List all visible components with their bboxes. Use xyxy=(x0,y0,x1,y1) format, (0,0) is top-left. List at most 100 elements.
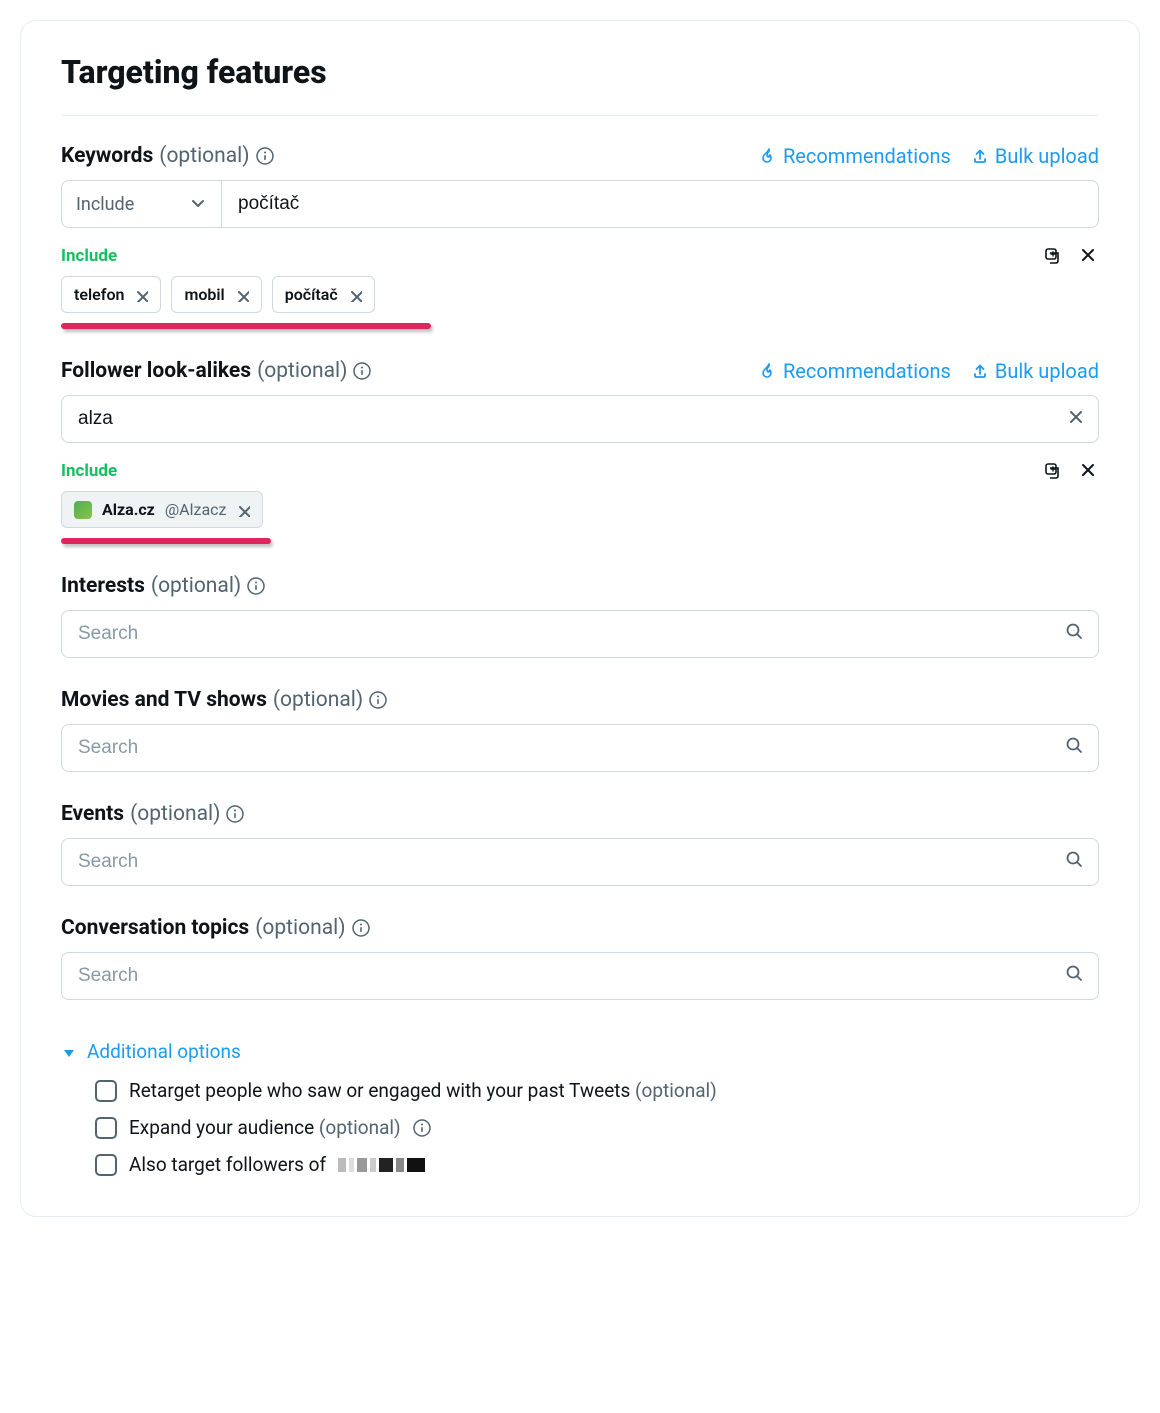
chevron-down-icon xyxy=(189,195,207,213)
info-icon[interactable] xyxy=(256,147,274,165)
keyword-chip[interactable]: telefon xyxy=(61,276,161,313)
option-text: Also target followers of xyxy=(129,1153,326,1176)
interests-section: Interests (optional) xyxy=(61,574,1099,658)
optional-text: (optional) xyxy=(319,1116,401,1139)
recommendations-text: Recommendations xyxy=(783,359,951,383)
followers-label: Follower look-alikes (optional) xyxy=(61,359,371,383)
optional-text: (optional) xyxy=(159,144,249,168)
events-label-text: Events xyxy=(61,802,124,826)
expand-audience-option: Expand your audience (optional) xyxy=(95,1116,1099,1139)
annotation-underline xyxy=(61,323,431,329)
recommendations-link[interactable]: Recommendations xyxy=(759,144,951,168)
include-label: Include xyxy=(61,246,117,266)
remove-chip-icon[interactable] xyxy=(235,288,249,302)
recommendations-text: Recommendations xyxy=(783,144,951,168)
movies-input[interactable] xyxy=(61,724,1099,772)
clear-input-icon[interactable] xyxy=(1067,408,1085,430)
account-name: Alza.cz xyxy=(102,500,155,519)
keyword-chip[interactable]: mobil xyxy=(171,276,261,313)
keywords-input-row: Include xyxy=(61,180,1099,228)
remove-chip-icon[interactable] xyxy=(236,503,250,517)
page-title: Targeting features xyxy=(61,53,1099,116)
keywords-chips: telefon mobil počítač xyxy=(61,276,375,313)
interests-input[interactable] xyxy=(61,610,1099,658)
search-icon xyxy=(1065,964,1085,988)
info-icon[interactable] xyxy=(369,691,387,709)
account-chip[interactable]: Alza.cz @Alzacz xyxy=(61,491,263,528)
optional-text: (optional) xyxy=(635,1079,717,1102)
flame-icon xyxy=(759,147,777,165)
retarget-checkbox[interactable] xyxy=(95,1080,117,1102)
chip-text: mobil xyxy=(184,285,224,304)
followers-chips: Alza.cz @Alzacz xyxy=(61,491,263,528)
topics-input[interactable] xyxy=(61,952,1099,1000)
remove-chip-icon[interactable] xyxy=(348,288,362,302)
optional-text: (optional) xyxy=(257,359,347,383)
optional-text: (optional) xyxy=(130,802,220,826)
movies-label: Movies and TV shows (optional) xyxy=(61,688,387,712)
search-icon xyxy=(1065,736,1085,760)
events-input[interactable] xyxy=(61,838,1099,886)
info-icon[interactable] xyxy=(413,1119,431,1137)
copy-add-icon[interactable] xyxy=(1043,461,1063,481)
topics-label-text: Conversation topics xyxy=(61,916,249,940)
option-text: Retarget people who saw or engaged with … xyxy=(129,1079,630,1102)
retarget-option: Retarget people who saw or engaged with … xyxy=(95,1079,1099,1102)
upload-icon xyxy=(971,362,989,380)
bulk-upload-link[interactable]: Bulk upload xyxy=(971,144,1099,168)
include-label: Include xyxy=(61,461,117,481)
expand-checkbox[interactable] xyxy=(95,1117,117,1139)
search-icon xyxy=(1065,850,1085,874)
chip-text: telefon xyxy=(74,285,124,304)
additional-options-label: Additional options xyxy=(87,1040,241,1063)
optional-text: (optional) xyxy=(255,916,345,940)
option-text: Expand your audience xyxy=(129,1116,314,1139)
redacted-handle xyxy=(338,1158,425,1172)
bulk-upload-text: Bulk upload xyxy=(995,144,1099,168)
info-icon[interactable] xyxy=(353,362,371,380)
account-handle: @Alzacz xyxy=(165,500,227,519)
interests-label-text: Interests xyxy=(61,574,145,598)
followers-input[interactable] xyxy=(61,395,1099,443)
events-section: Events (optional) xyxy=(61,802,1099,886)
info-icon[interactable] xyxy=(247,577,265,595)
chip-text: počítač xyxy=(285,285,338,304)
info-icon[interactable] xyxy=(226,805,244,823)
optional-text: (optional) xyxy=(273,688,363,712)
optional-text: (optional) xyxy=(151,574,241,598)
search-icon xyxy=(1065,622,1085,646)
followers-section: Follower look-alikes (optional) Recommen… xyxy=(61,359,1099,544)
additional-options-toggle[interactable]: Additional options xyxy=(61,1040,241,1063)
keywords-input[interactable] xyxy=(222,181,1098,227)
interests-label: Interests (optional) xyxy=(61,574,265,598)
keyword-chip[interactable]: počítač xyxy=(272,276,375,313)
upload-icon xyxy=(971,147,989,165)
target-followers-option: Also target followers of xyxy=(95,1153,1099,1176)
clear-all-icon[interactable] xyxy=(1079,246,1099,266)
topics-label: Conversation topics (optional) xyxy=(61,916,370,940)
events-label: Events (optional) xyxy=(61,802,244,826)
caret-down-icon xyxy=(61,1045,75,1059)
keywords-label-text: Keywords xyxy=(61,144,153,168)
bulk-upload-text: Bulk upload xyxy=(995,359,1099,383)
flame-icon xyxy=(759,362,777,380)
bulk-upload-link[interactable]: Bulk upload xyxy=(971,359,1099,383)
followers-label-text: Follower look-alikes xyxy=(61,359,251,383)
mode-value: Include xyxy=(76,194,134,215)
annotation-underline xyxy=(61,538,271,544)
targeting-features-card: Targeting features Keywords (optional) R… xyxy=(20,20,1140,1217)
info-icon[interactable] xyxy=(352,919,370,937)
remove-chip-icon[interactable] xyxy=(134,288,148,302)
avatar xyxy=(74,501,92,519)
movies-label-text: Movies and TV shows xyxy=(61,688,267,712)
additional-options: Additional options Retarget people who s… xyxy=(61,1030,1099,1176)
target-followers-checkbox[interactable] xyxy=(95,1154,117,1176)
keywords-label: Keywords (optional) xyxy=(61,144,274,168)
recommendations-link[interactable]: Recommendations xyxy=(759,359,951,383)
clear-all-icon[interactable] xyxy=(1079,461,1099,481)
keywords-section: Keywords (optional) Recommendations Bulk… xyxy=(61,144,1099,329)
topics-section: Conversation topics (optional) xyxy=(61,916,1099,1000)
movies-section: Movies and TV shows (optional) xyxy=(61,688,1099,772)
copy-add-icon[interactable] xyxy=(1043,246,1063,266)
keywords-mode-select[interactable]: Include xyxy=(62,181,222,227)
